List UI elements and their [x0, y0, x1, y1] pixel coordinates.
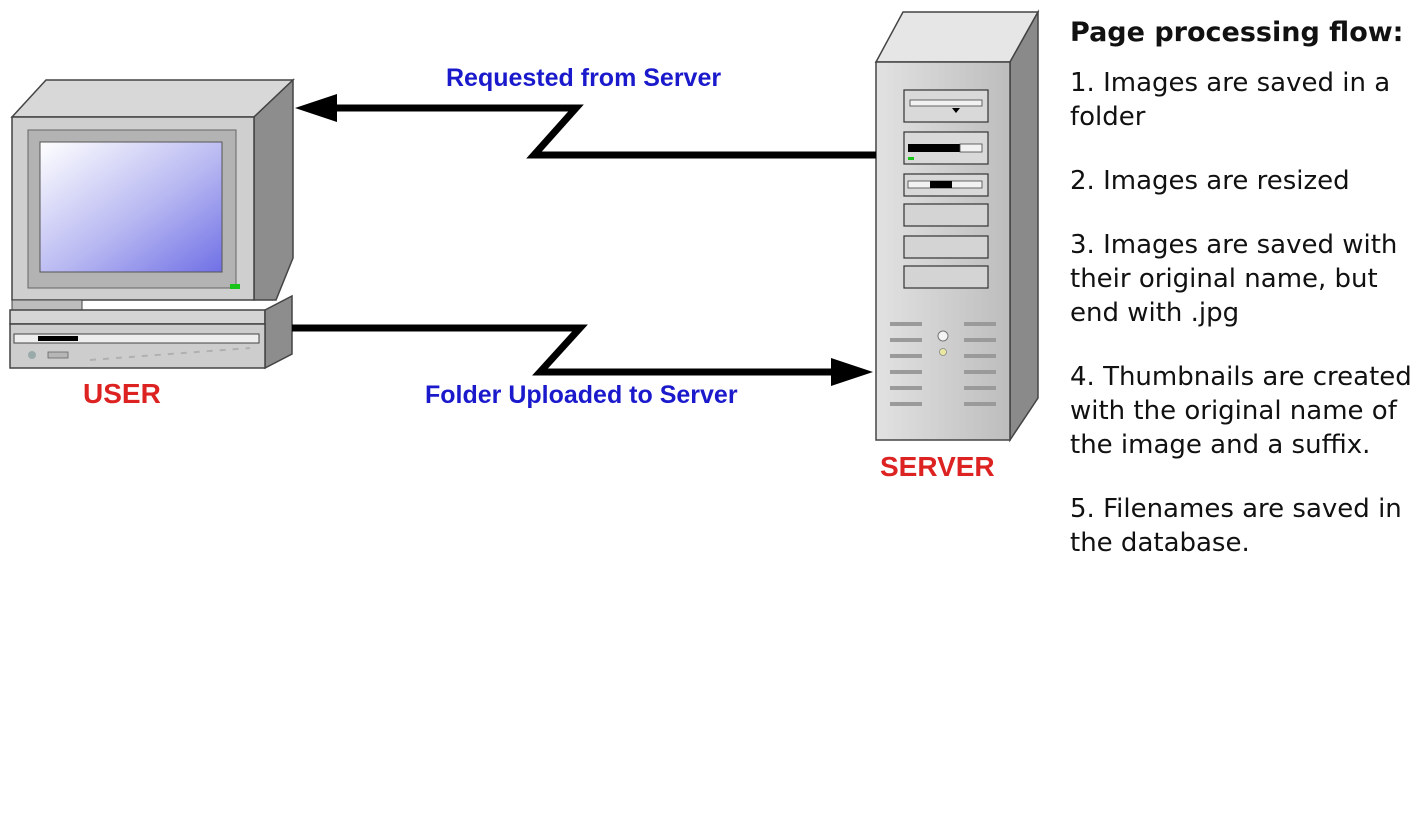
- request-arrow: [295, 94, 876, 159]
- user-label: USER: [83, 378, 161, 409]
- note-item: 5. Filenames are saved in the database.: [1070, 494, 1402, 558]
- server-label: SERVER: [880, 451, 995, 482]
- upload-arrow: [292, 324, 873, 386]
- note-item: 1. Images are saved in a folder: [1070, 68, 1391, 132]
- requested-from-server-label: Requested from Server: [446, 64, 722, 92]
- note-item: 2. Images are resized: [1070, 166, 1350, 196]
- user-computer-icon: [9, 78, 295, 370]
- notes-title: Page processing flow:: [1070, 17, 1404, 48]
- note-item: 3. Images are saved with their original …: [1070, 230, 1398, 328]
- folder-uploaded-label: Folder Uploaded to Server: [425, 381, 738, 409]
- processing-notes: Page processing flow: 1. Images are save…: [1070, 14, 1415, 590]
- server-tower-icon: [874, 9, 1040, 443]
- note-item: 4. Thumbnails are created with the origi…: [1070, 362, 1412, 460]
